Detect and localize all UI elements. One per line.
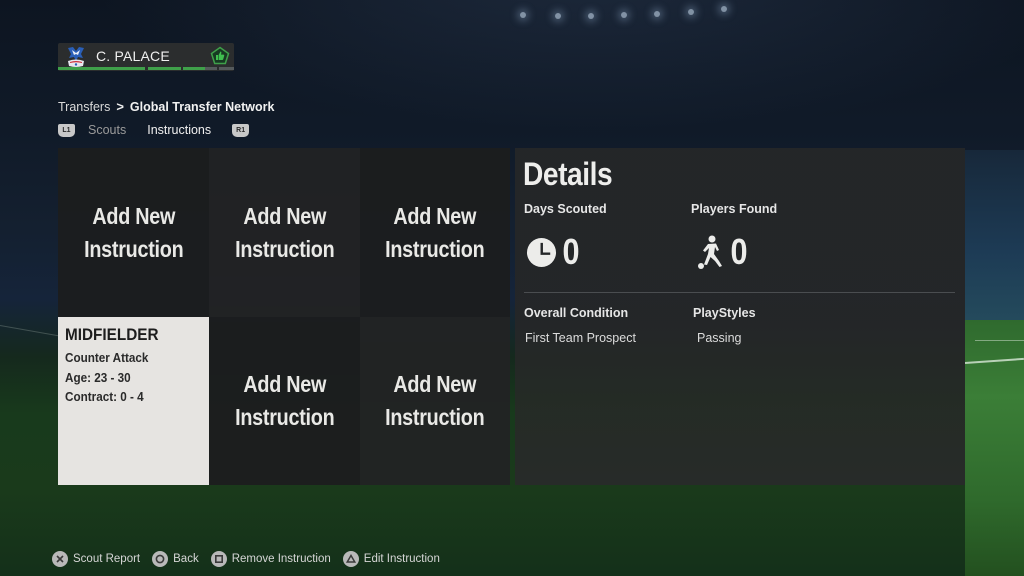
days-scouted-stat: 0 xyxy=(526,231,581,273)
breadcrumb: Transfers > Global Transfer Network xyxy=(58,99,274,114)
hint-label: Edit Instruction xyxy=(363,553,440,565)
stadium-lights xyxy=(500,2,840,22)
add-instruction-label: Add New Instruction xyxy=(234,368,335,434)
instruction-contract: Contract: 0 - 4 xyxy=(65,389,144,404)
add-instruction-label: Add New Instruction xyxy=(83,200,184,266)
square-button-icon xyxy=(210,551,227,567)
progress-segment xyxy=(58,67,145,70)
instruction-grid: Add New Instruction Add New Instruction … xyxy=(58,148,510,485)
add-instruction-slot-3[interactable]: Add New Instruction xyxy=(360,148,510,317)
add-label-line1: Add New xyxy=(243,371,326,397)
players-found-stat: 0 xyxy=(695,231,749,273)
hint-edit-instruction[interactable]: Edit Instruction xyxy=(342,551,440,567)
instruction-style: Counter Attack xyxy=(65,350,149,365)
add-label-line2: Instruction xyxy=(385,404,485,430)
hint-remove-instruction[interactable]: Remove Instruction xyxy=(210,551,331,567)
add-label-line2: Instruction xyxy=(234,235,335,262)
tab-bar: L1 Scouts Instructions R1 xyxy=(58,121,250,139)
instruction-position: MIDFIELDER xyxy=(65,325,159,344)
pitch-line xyxy=(975,340,1024,341)
players-found-value: 0 xyxy=(730,231,748,272)
details-divider xyxy=(524,292,955,293)
instruction-card-selected[interactable]: MIDFIELDER Counter Attack Age: 23 - 30 C… xyxy=(58,317,209,485)
instruction-age: Age: 23 - 30 xyxy=(65,369,131,385)
add-instruction-label: Add New Instruction xyxy=(385,200,485,266)
circle-button-icon xyxy=(152,551,169,567)
team-progress-bars xyxy=(58,67,234,71)
details-title: Details xyxy=(523,156,613,192)
add-label-line1: Add New xyxy=(393,371,477,397)
overall-condition-value: First Team Prospect xyxy=(525,331,636,345)
team-name: C. PALACE xyxy=(96,48,170,64)
stadium-background xyxy=(965,150,1024,320)
add-label-line1: Add New xyxy=(92,202,175,229)
add-instruction-slot-5[interactable]: Add New Instruction xyxy=(360,317,510,485)
progress-segment xyxy=(148,67,181,70)
days-scouted-value: 0 xyxy=(562,231,580,272)
add-instruction-slot-1[interactable]: Add New Instruction xyxy=(58,148,209,317)
club-crest-icon xyxy=(68,47,84,67)
tab-instructions[interactable]: Instructions xyxy=(147,123,211,137)
chevron-right-icon: > xyxy=(116,99,124,114)
l1-bumper-icon[interactable]: L1 xyxy=(58,123,75,137)
pitch-line xyxy=(0,325,60,337)
breadcrumb-current: Global Transfer Network xyxy=(129,99,275,114)
clock-icon xyxy=(526,237,557,267)
add-label-line2: Instruction xyxy=(83,235,184,262)
add-label-line2: Instruction xyxy=(385,235,485,262)
hint-label: Scout Report xyxy=(73,553,141,565)
add-label-line2: Instruction xyxy=(234,404,335,430)
add-label-line1: Add New xyxy=(243,202,326,229)
overall-condition-label: Overall Condition xyxy=(524,306,629,320)
progress-segment xyxy=(183,67,217,70)
hint-scout-report[interactable]: Scout Report xyxy=(52,551,140,567)
add-instruction-label: Add New Instruction xyxy=(234,200,335,266)
players-found-label: Players Found xyxy=(691,202,778,216)
add-instruction-label: Add New Instruction xyxy=(385,368,485,434)
hint-back[interactable]: Back xyxy=(152,551,199,567)
cross-button-icon xyxy=(52,551,68,567)
hint-label: Remove Instruction xyxy=(231,553,331,565)
days-scouted-label: Days Scouted xyxy=(524,202,607,216)
playstyles-label: PlayStyles xyxy=(693,306,756,320)
triangle-button-icon xyxy=(342,551,359,567)
add-instruction-slot-2[interactable]: Add New Instruction xyxy=(209,148,360,317)
add-instruction-slot-4[interactable]: Add New Instruction xyxy=(209,317,360,485)
team-rating-icon xyxy=(210,46,230,65)
tab-scouts[interactable]: Scouts xyxy=(88,123,126,137)
player-dribbling-icon xyxy=(698,235,722,269)
breadcrumb-transfers[interactable]: Transfers xyxy=(58,100,110,114)
progress-segment xyxy=(219,67,234,70)
details-panel: Details Days Scouted 0 Players Found 0 O… xyxy=(515,148,965,485)
playstyles-value: Passing xyxy=(697,331,742,345)
controller-hints: Scout Report Back Remove Instruction Edi… xyxy=(52,550,452,568)
add-label-line1: Add New xyxy=(393,202,477,229)
hint-label: Back xyxy=(173,553,199,565)
r1-bumper-icon[interactable]: R1 xyxy=(232,123,250,137)
